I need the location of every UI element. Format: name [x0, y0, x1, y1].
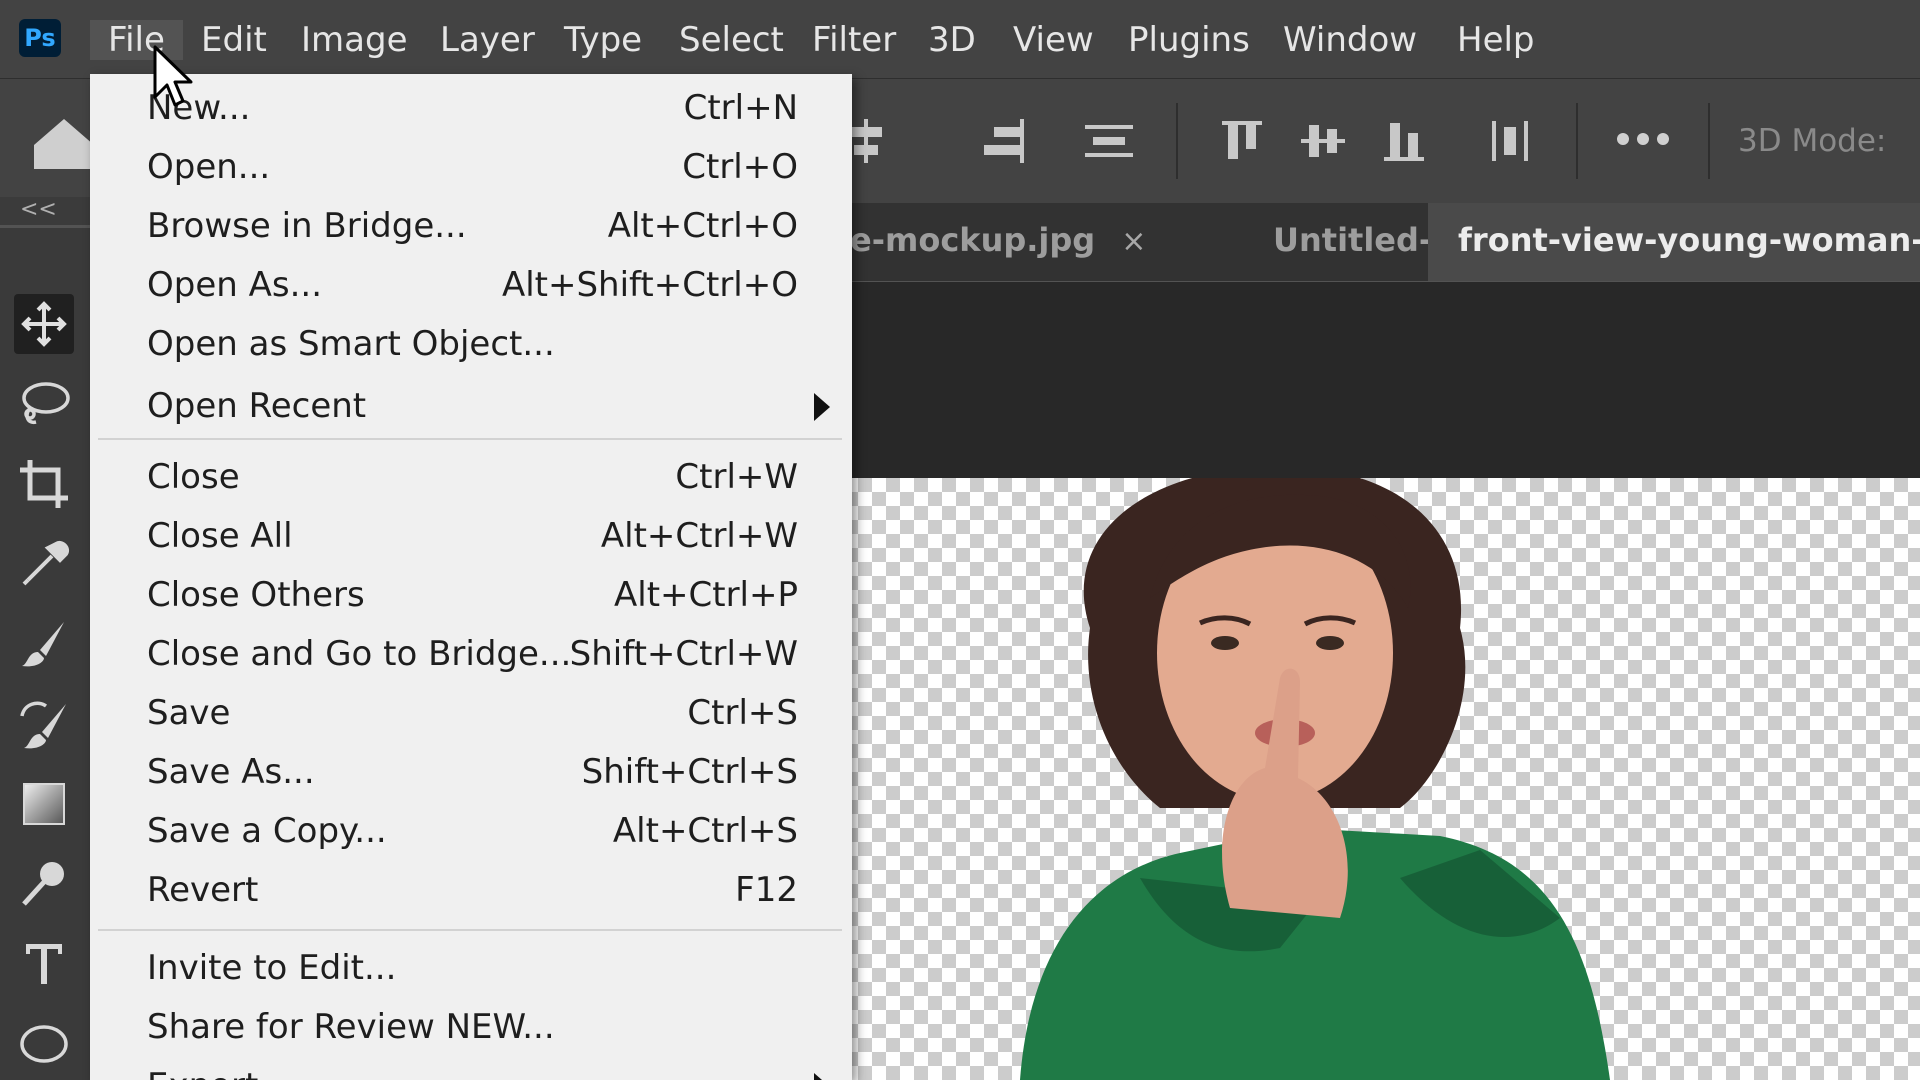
options-separator: [1708, 103, 1710, 179]
history-brush-tool-icon[interactable]: [14, 694, 74, 754]
menu-3d[interactable]: 3D: [928, 20, 976, 60]
menu-view[interactable]: View: [1013, 20, 1094, 60]
menu-window[interactable]: Window: [1283, 20, 1417, 60]
menu-select[interactable]: Select: [679, 20, 784, 60]
menu-item-open-as-smart-object[interactable]: Open as Smart Object...: [90, 316, 852, 372]
menu-item-new[interactable]: New... Ctrl+N: [90, 80, 852, 136]
align-middle-icon[interactable]: [1295, 117, 1351, 165]
distribute-horizontal-icon[interactable]: [1081, 117, 1137, 165]
tab-label: e-mockup.jpg: [850, 221, 1096, 259]
tools-panel: [0, 228, 93, 1080]
ellipse-tool-icon[interactable]: [14, 1014, 74, 1074]
tab-close-icon[interactable]: ×: [1121, 224, 1146, 259]
options-separator: [1576, 103, 1578, 179]
dodge-tool-icon[interactable]: [14, 854, 74, 914]
mouse-cursor-icon: [153, 45, 193, 107]
menu-item-revert[interactable]: Revert F12: [90, 862, 852, 918]
align-top-icon[interactable]: [1214, 117, 1270, 165]
menu-item-close-all[interactable]: Close All Alt+Ctrl+W: [90, 508, 852, 564]
menu-item-export[interactable]: Export: [90, 1058, 852, 1080]
menu-help[interactable]: Help: [1457, 20, 1535, 60]
tab-label: front-view-young-woman-ma: [1458, 221, 1920, 259]
menu-item-save-as[interactable]: Save As... Shift+Ctrl+S: [90, 744, 852, 800]
menu-item-share-for-review[interactable]: Share for Review NEW...: [90, 999, 852, 1055]
menu-item-open[interactable]: Open... Ctrl+O: [90, 139, 852, 195]
crop-tool-icon[interactable]: [14, 454, 74, 514]
menu-item-save-a-copy[interactable]: Save a Copy... Alt+Ctrl+S: [90, 803, 852, 859]
menu-image[interactable]: Image: [301, 20, 407, 60]
menu-layer[interactable]: Layer: [440, 20, 535, 60]
image-canvas[interactable]: [760, 478, 1920, 1080]
lasso-tool-icon[interactable]: [14, 374, 74, 434]
eyedropper-tool-icon[interactable]: [14, 534, 74, 594]
menu-separator: [98, 929, 842, 931]
menu-type[interactable]: Type: [564, 20, 642, 60]
menu-bar: Ps File Edit Image Layer Type Select Fil…: [0, 0, 1920, 79]
submenu-arrow-icon: [814, 1073, 830, 1080]
menu-item-browse-in-bridge[interactable]: Browse in Bridge... Alt+Ctrl+O: [90, 198, 852, 254]
woman-photo: [1020, 478, 1610, 1080]
menu-filter[interactable]: Filter: [812, 20, 896, 60]
gradient-tool-icon[interactable]: [14, 774, 74, 834]
3d-mode-label: 3D Mode:: [1738, 123, 1887, 159]
brush-tool-icon[interactable]: [14, 614, 74, 674]
menu-item-open-recent[interactable]: Open Recent: [90, 378, 852, 434]
menu-separator: [98, 438, 842, 440]
menu-item-save[interactable]: Save Ctrl+S: [90, 685, 852, 741]
menu-plugins[interactable]: Plugins: [1128, 20, 1250, 60]
menu-edit[interactable]: Edit: [201, 20, 267, 60]
more-options-icon[interactable]: [1616, 131, 1670, 147]
photoshop-logo: Ps: [19, 19, 61, 57]
align-right-edges-icon[interactable]: [976, 117, 1032, 165]
align-bottom-icon[interactable]: [1376, 117, 1432, 165]
type-tool-icon[interactable]: [14, 934, 74, 994]
menu-item-close-and-go-to-bridge[interactable]: Close and Go to Bridge... Shift+Ctrl+W: [90, 626, 852, 682]
menu-item-open-as[interactable]: Open As... Alt+Shift+Ctrl+O: [90, 257, 852, 313]
submenu-arrow-icon: [814, 393, 830, 421]
file-menu-dropdown: New... Ctrl+N Open... Ctrl+O Browse in B…: [90, 74, 852, 1080]
options-separator: [1176, 103, 1178, 179]
panel-collapse-button[interactable]: <<: [0, 197, 92, 225]
menu-item-invite-to-edit[interactable]: Invite to Edit...: [90, 940, 852, 996]
tab-mockup[interactable]: e-mockup.jpg ×: [850, 203, 1235, 281]
menu-item-close-others[interactable]: Close Others Alt+Ctrl+P: [90, 567, 852, 623]
menu-item-close[interactable]: Close Ctrl+W: [90, 449, 852, 505]
tab-front-view-young-woman[interactable]: front-view-young-woman-ma: [1428, 203, 1920, 281]
move-tool-icon[interactable]: [14, 294, 74, 354]
distribute-width-icon[interactable]: [1482, 117, 1538, 165]
